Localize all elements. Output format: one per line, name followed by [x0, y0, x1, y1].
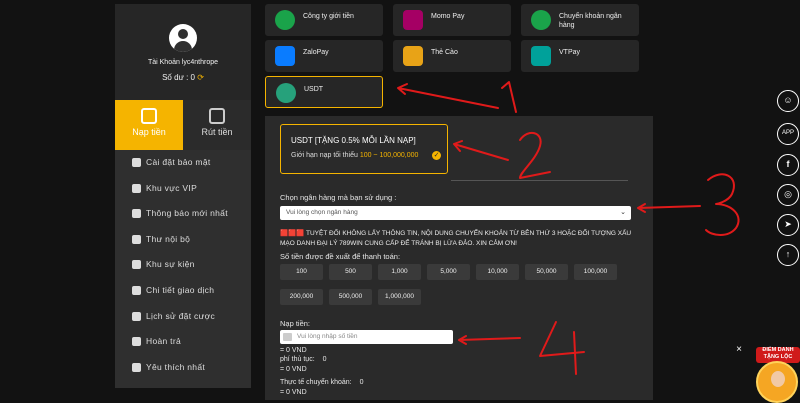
close-icon[interactable]: ×: [734, 345, 744, 355]
annotation-arrow-1: [397, 83, 499, 109]
annotation-number-2: [519, 131, 551, 179]
promo-badge-image: [756, 361, 798, 403]
arrow-up-label: ↑: [785, 249, 791, 259]
annotation-arrow-2: [453, 140, 509, 161]
instagram-icon[interactable]: ◎: [777, 184, 799, 206]
arrow-up-icon[interactable]: ↑: [777, 244, 799, 266]
app-icon[interactable]: APP: [777, 123, 799, 145]
promo-badge-face: [771, 371, 785, 387]
telegram-icon[interactable]: ➤: [777, 214, 799, 236]
facebook-icon[interactable]: f: [777, 154, 799, 176]
facebook-label: f: [786, 159, 790, 169]
app-label: APP: [781, 130, 794, 136]
annotation-arrow-4: [458, 335, 521, 345]
support-icon[interactable]: ☺: [777, 90, 799, 112]
annotation-number-3: [705, 173, 740, 236]
annotation-number-1: [501, 81, 517, 113]
promo-badge[interactable]: ĐIỂM DANH TẶNG LỘC: [748, 343, 800, 403]
annotation-number-4: [539, 321, 585, 375]
annotation-arrow-3: [637, 203, 701, 213]
annotation-overlay: [397, 81, 740, 375]
